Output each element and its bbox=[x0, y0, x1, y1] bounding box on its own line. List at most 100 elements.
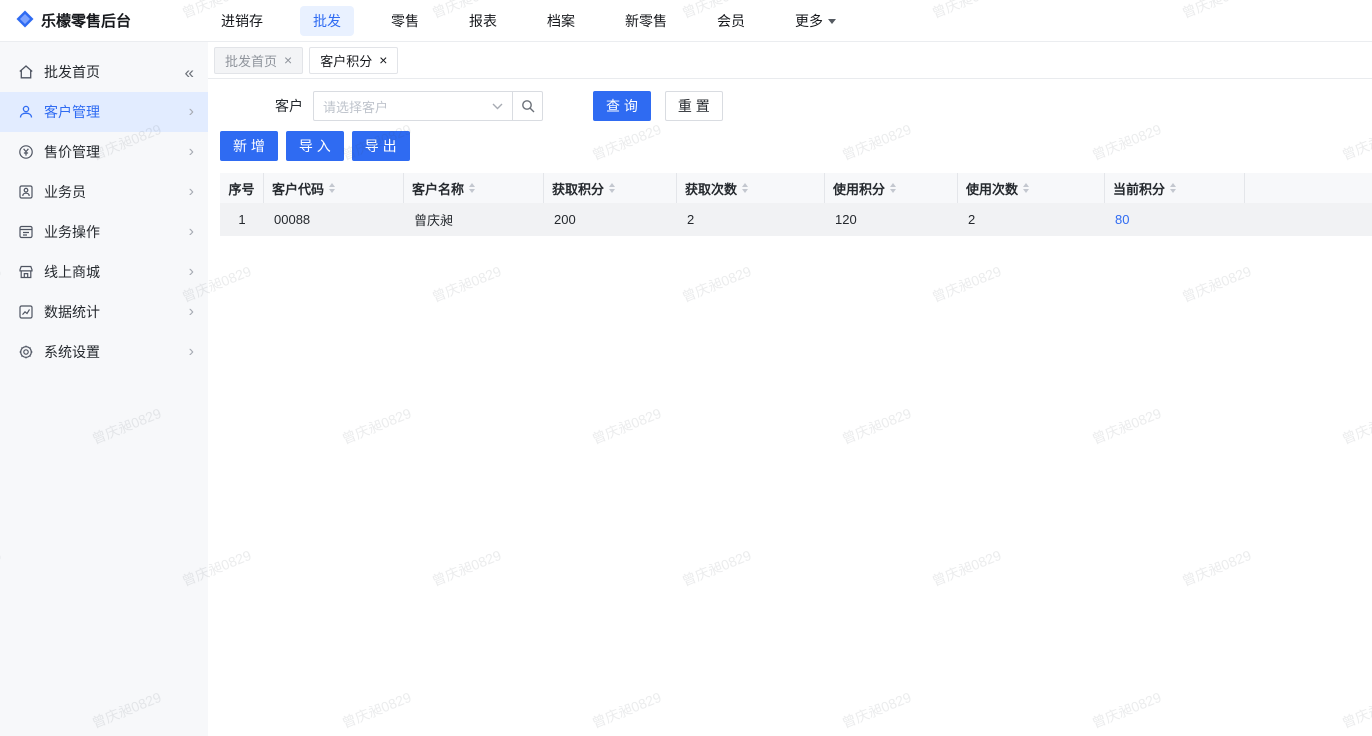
collapse-sidebar-icon[interactable]: « bbox=[185, 64, 194, 81]
column-header-used-points[interactable]: 使用积分 bbox=[825, 173, 958, 203]
sidebar-item-online-mall[interactable]: 线上商城 › bbox=[0, 252, 208, 292]
cell-earned-count: 2 bbox=[687, 212, 695, 227]
table-row[interactable]: 1 00088 曾庆昶 200 2 120 2 80 bbox=[220, 203, 1372, 236]
column-header-used-count[interactable]: 使用次数 bbox=[958, 173, 1105, 203]
table-header-row: 序号 客户代码 客户名称 获取积分 获取次数 使用积分 使用次数 当前积分 bbox=[220, 173, 1372, 203]
app-logo: 乐檬零售后台 bbox=[0, 10, 208, 31]
topnav-item-label: 报表 bbox=[469, 12, 497, 29]
filter-row: 客户 请选择客户 查 询 重 置 bbox=[208, 91, 1372, 121]
tab-label: 客户积分 bbox=[320, 53, 373, 69]
topnav-item-label: 更多 bbox=[795, 12, 823, 29]
cell-seq: 1 bbox=[238, 212, 246, 227]
topnav-item-more[interactable]: 更多 bbox=[782, 6, 849, 36]
chevron-right-icon: › bbox=[188, 103, 194, 120]
column-label: 序号 bbox=[228, 181, 255, 197]
cell-earned-points: 200 bbox=[554, 212, 576, 227]
tab-customer-points[interactable]: 客户积分 × bbox=[309, 46, 399, 74]
topnav-item-label: 新零售 bbox=[625, 12, 667, 29]
sort-icon[interactable] bbox=[469, 183, 476, 193]
top-nav-menu: 进销存 批发 零售 报表 档案 新零售 会员 更多 bbox=[208, 5, 849, 36]
chevron-right-icon: › bbox=[188, 183, 194, 200]
column-header-seq: 序号 bbox=[220, 173, 264, 203]
sidebar-item-data-statistics[interactable]: 数据统计 › bbox=[0, 292, 208, 332]
topnav-item-new-retail[interactable]: 新零售 bbox=[612, 6, 680, 36]
column-label: 获取次数 bbox=[685, 181, 738, 197]
topnav-item-retail[interactable]: 零售 bbox=[378, 6, 432, 36]
top-navbar: 乐檬零售后台 进销存 批发 零售 报表 档案 新零售 会员 更多 bbox=[0, 0, 1372, 42]
sidebar-item-salesman[interactable]: 业务员 › bbox=[0, 172, 208, 212]
sidebar-item-wholesale-home[interactable]: 批发首页 « bbox=[0, 52, 208, 92]
column-header-current-points[interactable]: 当前积分 bbox=[1105, 173, 1245, 203]
cell-used-count: 2 bbox=[968, 212, 976, 227]
sidebar-item-label: 线上商城 bbox=[44, 264, 100, 280]
column-label: 客户名称 bbox=[412, 181, 465, 197]
topnav-item-wholesale[interactable]: 批发 bbox=[300, 5, 354, 36]
import-button[interactable]: 导 入 bbox=[285, 131, 344, 161]
sort-icon[interactable] bbox=[329, 183, 336, 193]
sidebar-item-label: 批发首页 bbox=[44, 64, 100, 80]
column-header-customer-code[interactable]: 客户代码 bbox=[264, 173, 404, 203]
tab-close-icon[interactable]: × bbox=[379, 53, 387, 67]
export-button[interactable]: 导 出 bbox=[351, 131, 410, 161]
sidebar-item-label: 业务员 bbox=[44, 184, 86, 200]
topnav-item-label: 零售 bbox=[391, 12, 419, 29]
chevron-right-icon: › bbox=[188, 343, 194, 360]
sidebar-item-label: 客户管理 bbox=[44, 104, 100, 120]
current-points-link[interactable]: 80 bbox=[1115, 212, 1129, 227]
customer-icon bbox=[18, 104, 34, 120]
sort-icon[interactable] bbox=[1170, 183, 1177, 193]
topnav-item-label: 进销存 bbox=[221, 12, 263, 29]
tab-label: 批发首页 bbox=[225, 53, 278, 69]
column-label: 客户代码 bbox=[272, 181, 325, 197]
add-button[interactable]: 新 增 bbox=[220, 131, 278, 161]
mall-icon bbox=[18, 264, 34, 280]
column-header-earned-count[interactable]: 获取次数 bbox=[677, 173, 825, 203]
topnav-item-archives[interactable]: 档案 bbox=[534, 6, 588, 36]
column-label: 使用积分 bbox=[833, 181, 886, 197]
column-label: 获取积分 bbox=[552, 181, 605, 197]
column-header-earned-points[interactable]: 获取积分 bbox=[544, 173, 677, 203]
operations-icon bbox=[18, 224, 34, 240]
sort-icon[interactable] bbox=[890, 183, 897, 193]
main-area: 批发首页 × 客户积分 × 客户 请选择客户 查 询 重 置 新 增 导 入 导 出 … bbox=[208, 42, 1372, 736]
home-icon bbox=[18, 64, 34, 80]
sidebar-item-system-settings[interactable]: 系统设置 › bbox=[0, 332, 208, 372]
sidebar: 批发首页 « 客户管理 › 售价管理 › 业务员 › 业务操作 › 线上商城 › 数据统计 › 系统设置 › bbox=[0, 42, 208, 736]
topnav-item-label: 档案 bbox=[547, 12, 575, 29]
chevron-right-icon: › bbox=[188, 223, 194, 240]
app-title: 乐檬零售后台 bbox=[41, 13, 132, 30]
price-tag-icon bbox=[18, 144, 34, 160]
settings-icon bbox=[18, 344, 34, 360]
reset-button[interactable]: 重 置 bbox=[664, 91, 723, 121]
column-header-customer-name[interactable]: 客户名称 bbox=[404, 173, 544, 203]
topnav-item-reports[interactable]: 报表 bbox=[456, 6, 510, 36]
topnav-item-inventory[interactable]: 进销存 bbox=[208, 6, 276, 36]
sort-icon[interactable] bbox=[742, 183, 749, 193]
sort-icon[interactable] bbox=[609, 183, 616, 193]
logo-gem-icon bbox=[16, 10, 34, 31]
topnav-item-label: 会员 bbox=[717, 12, 745, 29]
query-button[interactable]: 查 询 bbox=[593, 91, 651, 121]
sidebar-item-customer-management[interactable]: 客户管理 › bbox=[0, 92, 208, 132]
salesman-icon bbox=[18, 184, 34, 200]
customer-search-button[interactable] bbox=[513, 91, 543, 121]
cell-customer-name: 曾庆昶 bbox=[414, 213, 454, 228]
sidebar-item-label: 系统设置 bbox=[44, 344, 100, 360]
sidebar-item-price-management[interactable]: 售价管理 › bbox=[0, 132, 208, 172]
tab-close-icon[interactable]: × bbox=[284, 53, 292, 67]
customer-select[interactable]: 请选择客户 bbox=[313, 91, 513, 121]
chevron-down-icon bbox=[492, 103, 503, 110]
topnav-item-member[interactable]: 会员 bbox=[704, 6, 758, 36]
cell-customer-code: 00088 bbox=[274, 212, 311, 227]
sidebar-item-business-operations[interactable]: 业务操作 › bbox=[0, 212, 208, 252]
customer-select-placeholder: 请选择客户 bbox=[323, 99, 389, 115]
column-label: 当前积分 bbox=[1113, 181, 1166, 197]
topnav-item-label: 批发 bbox=[313, 12, 341, 29]
tab-wholesale-home[interactable]: 批发首页 × bbox=[214, 46, 304, 74]
column-header-filler bbox=[1245, 173, 1372, 203]
chevron-down-icon bbox=[828, 19, 836, 24]
customer-filter-label: 客户 bbox=[275, 98, 303, 114]
sidebar-item-label: 数据统计 bbox=[44, 304, 100, 320]
chevron-right-icon: › bbox=[188, 263, 194, 280]
sort-icon[interactable] bbox=[1023, 183, 1030, 193]
